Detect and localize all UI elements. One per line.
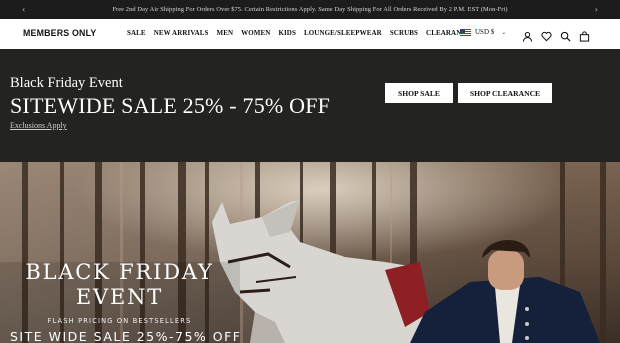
- nav-item-sale[interactable]: SALE: [127, 29, 146, 37]
- nav-item-new-arrivals[interactable]: NEW ARRIVALS: [154, 29, 209, 37]
- cart-icon[interactable]: [579, 29, 590, 42]
- search-icon[interactable]: [560, 29, 571, 42]
- hero-sale-text: SITE WIDE SALE 25%-75% OFF: [10, 329, 242, 343]
- hero-heading: BLACK FRIDAY EVENT: [25, 260, 214, 309]
- promo-title: SITEWIDE SALE 25% - 75% OFF: [10, 93, 331, 118]
- us-flag-icon: [460, 28, 471, 36]
- chevron-right-icon[interactable]: ›: [595, 0, 598, 19]
- nav-item-women[interactable]: WOMEN: [241, 29, 270, 37]
- nav-item-kids[interactable]: KIDS: [278, 29, 296, 37]
- nav-item-scrubs[interactable]: SCRUBS: [390, 29, 418, 37]
- promo-subtitle: Black Friday Event: [10, 75, 123, 91]
- main-menu: SALE NEW ARRIVALS MEN WOMEN KIDS LOUNGE/…: [127, 29, 471, 37]
- shop-sale-button[interactable]: SHOP SALE: [385, 83, 453, 103]
- hero-flash-text: FLASH PRICING ON BESTSELLERS: [47, 317, 192, 325]
- shop-clearance-button[interactable]: SHOP CLEARANCE: [458, 83, 552, 103]
- currency-label: USD $: [475, 28, 495, 36]
- hero-photo: [0, 162, 620, 343]
- site-logo[interactable]: MEMBERS ONLY: [23, 28, 96, 38]
- account-icon[interactable]: [522, 29, 533, 42]
- nav-item-men[interactable]: MEN: [217, 29, 234, 37]
- hero-banner[interactable]: BLACK FRIDAY EVENT FLASH PRICING ON BEST…: [0, 162, 620, 343]
- chevron-down-icon: ⌄: [501, 28, 507, 36]
- announcement-bar: ‹ Free 2nd Day Air Shipping For Orders O…: [0, 0, 620, 19]
- promo-banner: Black Friday Event SITEWIDE SALE 25% - 7…: [0, 49, 620, 162]
- currency-selector[interactable]: USD $ ⌄: [460, 28, 506, 36]
- announcement-text: Free 2nd Day Air Shipping For Orders Ove…: [112, 6, 508, 13]
- exclusions-link[interactable]: Exclusions Apply: [10, 121, 67, 130]
- header-icons: [522, 29, 590, 42]
- nav-item-lounge-sleepwear[interactable]: LOUNGE/SLEEPWEAR: [304, 29, 382, 37]
- heart-icon[interactable]: [541, 29, 552, 42]
- main-header: MEMBERS ONLY SALE NEW ARRIVALS MEN WOMEN…: [0, 19, 620, 50]
